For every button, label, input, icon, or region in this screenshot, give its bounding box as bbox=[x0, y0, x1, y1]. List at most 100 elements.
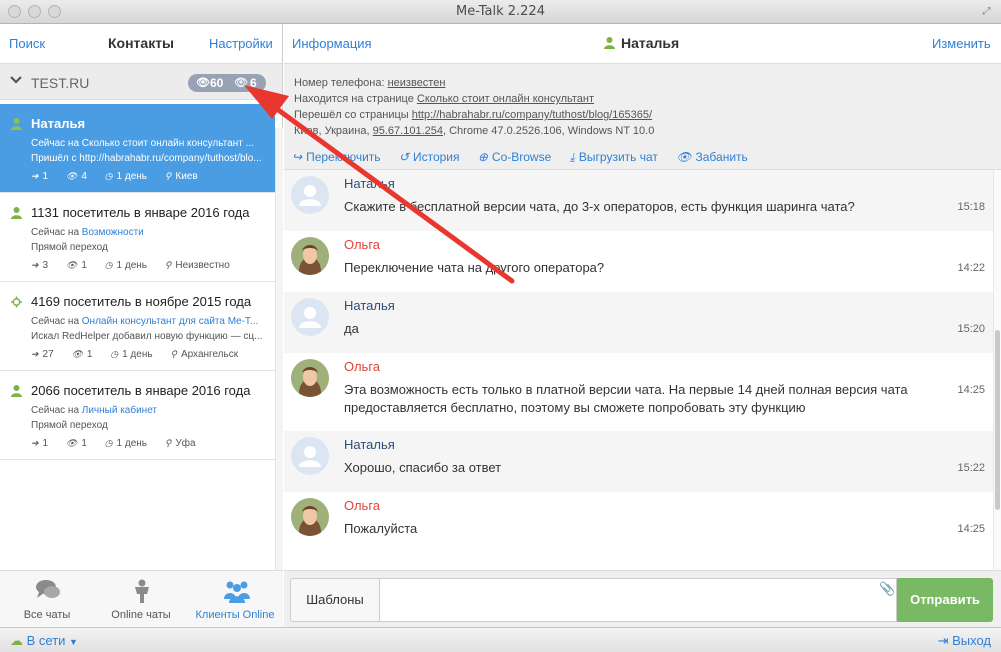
chat-message: Ольга Эта возможность есть только в плат… bbox=[284, 353, 993, 431]
person-icon bbox=[135, 579, 149, 603]
user-icon bbox=[604, 37, 615, 49]
eye-slash-icon: 👁 bbox=[234, 77, 248, 89]
visitor-avatar bbox=[291, 298, 329, 336]
visitor-avatar bbox=[291, 437, 329, 475]
contact-current-page: Сейчас на Сколько стоит онлайн консульта… bbox=[31, 138, 254, 149]
ban-button[interactable]: 👁 Забанить bbox=[676, 150, 748, 164]
visitors-count: 6 bbox=[250, 76, 257, 90]
chat-message: Наталья Скажите в бесплатной версии чата… bbox=[284, 170, 993, 231]
chat-message: Наталья Хорошо, спасибо за ответ 15:22 bbox=[284, 431, 993, 492]
eye-icon: 👁 bbox=[676, 150, 692, 164]
message-input[interactable] bbox=[380, 578, 897, 622]
cobrowse-button[interactable]: ⊕ Co-Browse bbox=[478, 150, 551, 164]
bottom-nav: Все чаты Online чаты Клиенты Online bbox=[0, 570, 283, 627]
visitor-count-badge: 👁 60 👁 6 bbox=[188, 74, 266, 92]
eye-icon: 👁 bbox=[65, 260, 78, 270]
search-link[interactable]: Поиск bbox=[9, 36, 45, 51]
logout-button[interactable]: ⇥ Выход bbox=[938, 633, 991, 649]
all-chats-tab[interactable]: Все чаты bbox=[0, 571, 94, 628]
message-author: Ольга bbox=[344, 498, 381, 513]
contact-item[interactable]: 1131 посетитель в январе 2016 года Сейча… bbox=[0, 193, 275, 282]
contact-name: 2066 посетитель в январе 2016 года bbox=[31, 383, 251, 398]
chat-messages: Наталья Скажите в бесплатной версии чата… bbox=[284, 170, 993, 570]
contact-item[interactable]: 2066 посетитель в январе 2016 года Сейча… bbox=[0, 371, 275, 460]
current-page-row: Находится на странице Сколько стоит онла… bbox=[294, 93, 595, 105]
contact-item[interactable]: 4169 посетитель в ноябре 2015 года Сейча… bbox=[0, 282, 275, 371]
current-page-link[interactable]: Личный кабинет bbox=[82, 405, 157, 416]
visitor-info: Номер телефона: неизвестен Находится на … bbox=[284, 64, 1001, 170]
site-group-name: TEST.RU bbox=[31, 75, 90, 91]
clock-icon: ◷ bbox=[110, 349, 119, 359]
fullscreen-icon[interactable]: ⤢ bbox=[980, 5, 993, 18]
message-text: Эта возможность есть только в платной ве… bbox=[344, 382, 908, 415]
message-author: Ольга bbox=[344, 359, 381, 374]
settings-link[interactable]: Настройки bbox=[209, 36, 273, 51]
phone-value[interactable]: неизвестен bbox=[388, 77, 446, 89]
edit-link[interactable]: Изменить bbox=[932, 36, 991, 51]
globe-icon: ⊕ bbox=[477, 150, 488, 164]
message-author: Наталья bbox=[344, 176, 395, 191]
contact-name: 1131 посетитель в январе 2016 года bbox=[31, 205, 250, 220]
chevron-down-icon[interactable] bbox=[10, 74, 22, 88]
clock-icon: ◷ bbox=[104, 438, 113, 448]
contact-referrer: Прямой переход bbox=[31, 420, 108, 431]
operator-avatar bbox=[291, 359, 329, 397]
contact-referrer: Прямой переход bbox=[31, 242, 108, 253]
phone-row: Номер телефона: неизвестен bbox=[294, 77, 446, 89]
chat-header: Информация Наталья Изменить bbox=[284, 24, 1001, 64]
contact-stats: ➔ 27 👁 1 ◷ 1 день ⚲ Архангельск bbox=[31, 349, 239, 360]
location-pin-icon: ⚲ bbox=[170, 349, 177, 359]
message-time: 14:25 bbox=[957, 384, 985, 396]
contact-referrer: Пришёл с http://habrahabr.ru/company/tut… bbox=[31, 153, 262, 164]
sign-in-icon: ➔ bbox=[31, 349, 39, 359]
send-button[interactable]: Отправить bbox=[897, 578, 993, 622]
sign-out-icon: ⇥ bbox=[937, 633, 949, 648]
location-pin-icon: ⚲ bbox=[164, 171, 172, 181]
message-author: Наталья bbox=[344, 437, 395, 452]
eye-icon: 👁 bbox=[65, 171, 78, 181]
scrollbar-thumb[interactable] bbox=[995, 330, 1000, 510]
location-pin-icon: ⚲ bbox=[164, 438, 172, 448]
clock-icon: ◷ bbox=[104, 171, 113, 181]
chat-message: Ольга Пожалуйста 14:25 bbox=[284, 492, 993, 553]
clients-online-tab[interactable]: Клиенты Online bbox=[188, 571, 282, 628]
message-author: Наталья bbox=[344, 298, 395, 313]
paperclip-icon[interactable]: 📎 bbox=[879, 581, 895, 597]
message-text: Пожалуйста bbox=[344, 521, 418, 536]
geo-row: Киев, Украина, 95.67.101.254, Chrome 47.… bbox=[294, 125, 655, 137]
export-chat-button[interactable]: ⤓ Выгрузить чат bbox=[570, 150, 658, 164]
current-page-value[interactable]: Сколько стоит онлайн консультант bbox=[417, 93, 594, 105]
operator-avatar bbox=[291, 498, 329, 536]
contact-current-page: Сейчас на Онлайн консультант для сайта M… bbox=[31, 316, 259, 327]
templates-button[interactable]: Шаблоны bbox=[290, 578, 380, 622]
chat-message: Наталья да 15:20 bbox=[284, 292, 993, 353]
online-chats-tab[interactable]: Online чаты bbox=[94, 571, 188, 628]
history-button[interactable]: ↺ История bbox=[399, 150, 460, 164]
current-page-link[interactable]: Онлайн консультант для сайта Me-T... bbox=[82, 316, 258, 327]
eye-icon: 👁 bbox=[71, 349, 83, 359]
contact-item[interactable]: Наталья Сейчас на Сколько стоит онлайн к… bbox=[0, 104, 275, 193]
site-group-header[interactable]: TEST.RU 👁 60 👁 6 bbox=[0, 64, 282, 100]
sign-in-icon: ➔ bbox=[31, 438, 39, 448]
message-text: да bbox=[344, 321, 359, 336]
user-icon bbox=[11, 118, 22, 130]
chat-message: Ольга Переключение чата на другого опера… bbox=[284, 231, 993, 292]
user-icon bbox=[11, 385, 22, 397]
info-link[interactable]: Информация bbox=[292, 36, 372, 51]
referrer-value[interactable]: http://habrahabr.ru/company/tuthost/blog… bbox=[412, 109, 652, 121]
ip-value[interactable]: 95.67.101.254 bbox=[373, 125, 443, 137]
transfer-button[interactable]: ↪ Переключить bbox=[292, 150, 381, 164]
status-bar: ☁ В сети ▼ ⇥ Выход bbox=[0, 627, 1001, 652]
current-page-link[interactable]: Возможности bbox=[82, 227, 144, 238]
contacts-scrollbar[interactable] bbox=[275, 128, 283, 570]
message-text: Скажите в бесплатной версии чата, до 3-х… bbox=[344, 199, 855, 214]
contact-referrer: Искал RedHelper добавил новую функцию — … bbox=[31, 331, 263, 342]
contact-name: Наталья bbox=[31, 116, 86, 131]
chat-panel: Информация Наталья Изменить Номер телефо… bbox=[284, 24, 1001, 627]
window-title: Me-Talk 2.224 bbox=[456, 4, 545, 19]
chat-scrollbar[interactable] bbox=[993, 170, 1001, 570]
clock-icon: ◷ bbox=[104, 260, 113, 270]
download-icon: ⤓ bbox=[569, 150, 575, 164]
online-status-dropdown[interactable]: ☁ В сети ▼ bbox=[10, 633, 78, 649]
contact-name: 4169 посетитель в ноябре 2015 года bbox=[31, 294, 252, 309]
